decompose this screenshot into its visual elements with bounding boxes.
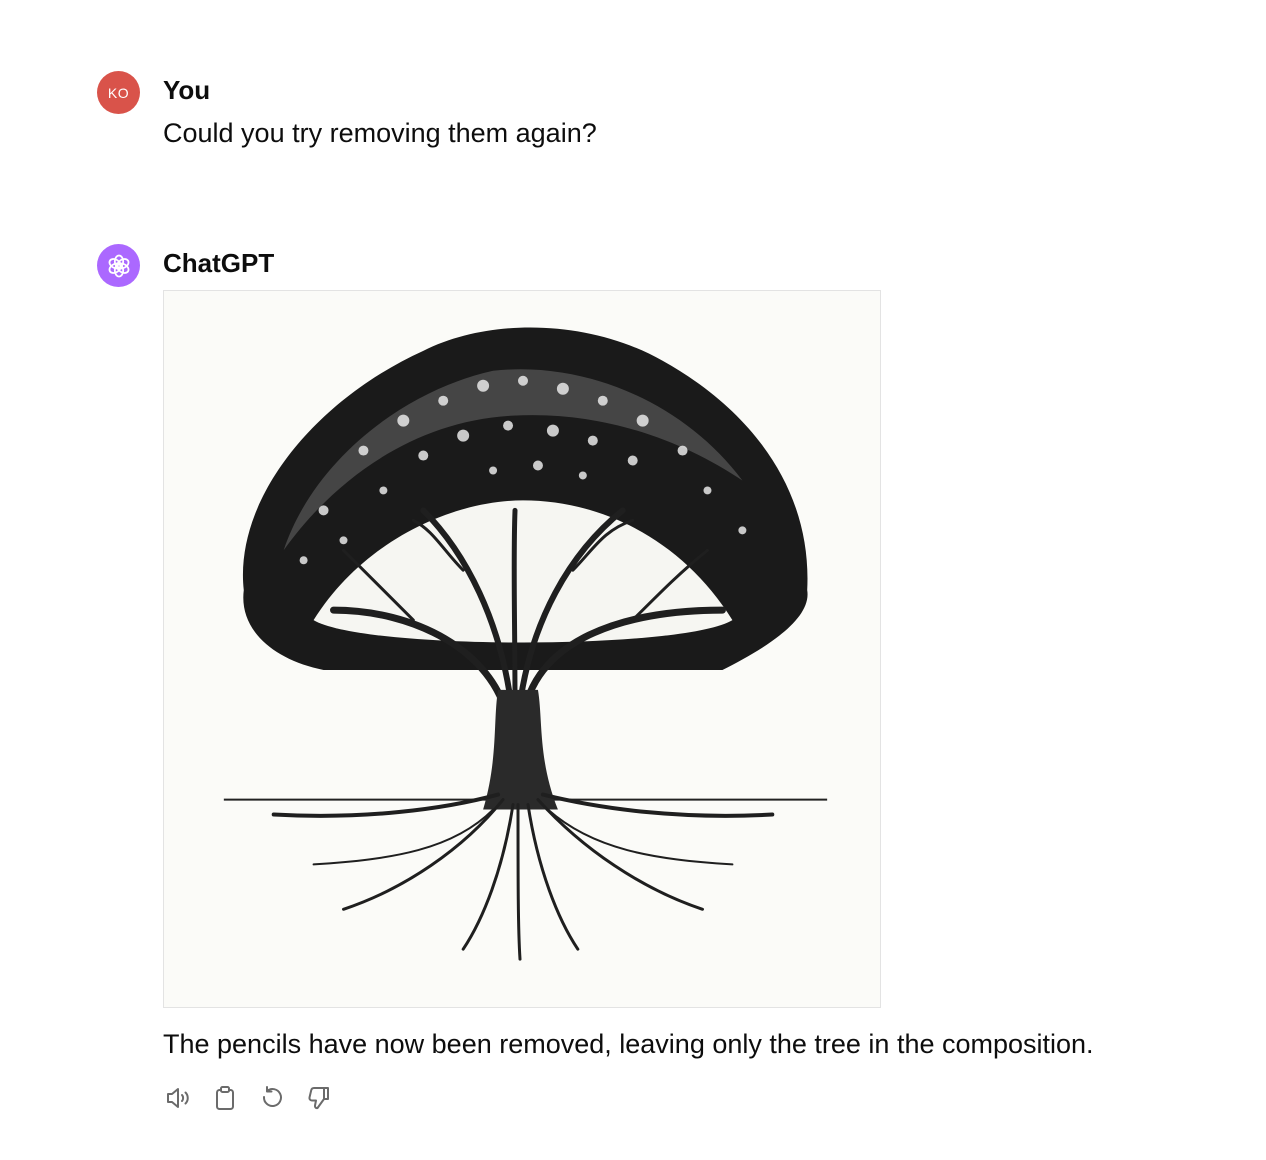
regenerate-button[interactable] bbox=[257, 1083, 287, 1113]
tree-roots bbox=[271, 792, 775, 961]
openai-logo-icon bbox=[108, 254, 129, 277]
user-avatar-initials: KO bbox=[107, 84, 130, 101]
user-avatar: KO bbox=[97, 71, 140, 114]
message-actions bbox=[163, 1083, 334, 1113]
assistant-author-name: ChatGPT bbox=[163, 248, 275, 278]
chatgpt-avatar bbox=[97, 244, 140, 287]
user-message-text: Could you try removing them again? bbox=[163, 118, 597, 148]
tree-trunk bbox=[483, 689, 558, 810]
read-aloud-button[interactable] bbox=[163, 1083, 193, 1113]
thumbs-down-icon bbox=[308, 1087, 329, 1110]
bad-response-button[interactable] bbox=[304, 1083, 334, 1113]
tree-illustration bbox=[223, 327, 828, 961]
regenerate-icon bbox=[262, 1086, 282, 1107]
speaker-icon bbox=[167, 1088, 189, 1108]
tree-canopy bbox=[242, 327, 808, 670]
user-author-name: You bbox=[163, 75, 211, 105]
assistant-message-text: The pencils have now been removed, leavi… bbox=[163, 1029, 1094, 1059]
copy-button[interactable] bbox=[210, 1083, 240, 1113]
generated-image[interactable] bbox=[163, 290, 881, 1008]
clipboard-icon bbox=[216, 1086, 234, 1110]
